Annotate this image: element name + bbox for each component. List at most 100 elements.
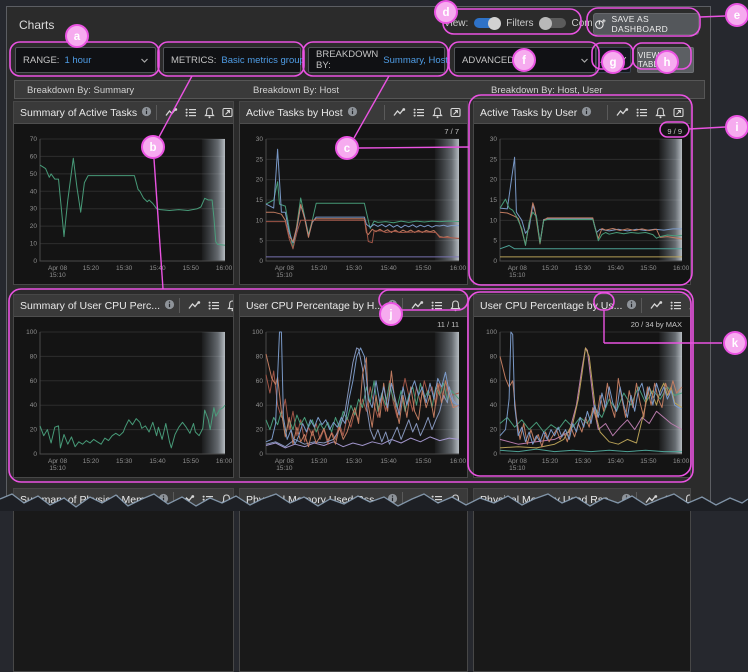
svg-text:60: 60 — [30, 378, 38, 385]
info-icon[interactable] — [581, 104, 592, 122]
svg-text:15:30: 15:30 — [346, 265, 363, 272]
list-icon[interactable] — [636, 107, 648, 118]
chart-card: User CPU Percentage by Us... 0 20 40 60 80 100… — [473, 294, 691, 478]
svg-text:15:50: 15:50 — [415, 265, 432, 272]
svg-text:60: 60 — [490, 378, 498, 385]
bell-icon[interactable] — [227, 299, 233, 312]
list-icon[interactable] — [665, 494, 677, 505]
bell-icon[interactable] — [220, 493, 232, 506]
chart-plot[interactable]: 0 20 40 60 80 100 Apr 0815:10 15:20 15:30 15:40 15… — [240, 317, 467, 477]
info-icon[interactable] — [621, 491, 632, 509]
info-icon[interactable] — [387, 491, 398, 509]
svg-text:15:40: 15:40 — [149, 458, 166, 465]
range-dropdown[interactable]: RANGE: 1 hour — [15, 47, 156, 73]
chart-plot[interactable]: 0 10 20 30 40 50 60 70 Apr 0815:10 15:20 15:30 15:4… — [14, 124, 233, 284]
apply-button[interactable]: APPLY — [596, 47, 631, 73]
svg-text:15:50: 15:50 — [183, 265, 200, 272]
svg-text:20: 20 — [256, 427, 264, 434]
export-icon[interactable] — [673, 107, 684, 118]
line-chart-icon[interactable] — [393, 107, 406, 118]
list-icon[interactable] — [431, 494, 443, 505]
export-icon[interactable] — [450, 107, 461, 118]
advanced-dropdown[interactable]: ADVANCED: — [454, 47, 596, 73]
svg-text:15: 15 — [490, 197, 498, 204]
chart-plot[interactable]: 0 20 40 60 80 100 Apr 0815:10 15:20 15:30 15:40 15… — [474, 317, 690, 477]
chart-title: Physical Memory Used Rss... — [246, 493, 384, 506]
bell-icon[interactable] — [655, 106, 666, 119]
svg-text:10: 10 — [490, 217, 498, 224]
svg-text:40: 40 — [30, 188, 38, 195]
breakdown-by-dropdown[interactable]: BREAKDOWN BY: Summary, Host, User — [308, 47, 486, 73]
info-icon[interactable] — [387, 297, 398, 315]
svg-text:15:30: 15:30 — [116, 458, 133, 465]
toggle-knob — [538, 16, 552, 30]
export-icon[interactable] — [222, 107, 233, 118]
annotation-letter: e — [734, 10, 740, 22]
series-count-label: 20 / 34 by MAX — [631, 320, 682, 329]
info-icon[interactable] — [164, 297, 175, 315]
svg-text:30: 30 — [256, 136, 264, 143]
svg-text:20: 20 — [30, 427, 38, 434]
svg-text:0: 0 — [259, 258, 263, 265]
chart-title: Summary of User CPU Perc... — [20, 299, 161, 312]
list-icon[interactable] — [670, 300, 682, 311]
info-icon[interactable] — [347, 104, 358, 122]
chart-icon-group — [607, 105, 684, 120]
bell-icon[interactable] — [689, 300, 690, 312]
line-chart-icon[interactable] — [616, 107, 629, 118]
series-count-label: 9 / 9 — [667, 127, 682, 136]
compact-toggle[interactable] — [538, 16, 566, 30]
view-label: View: — [444, 17, 469, 29]
bell-icon[interactable] — [450, 299, 461, 312]
chart-header: Summary of User CPU Perc... — [14, 295, 233, 317]
chart-title: Summary of Physical Mem... — [20, 493, 154, 506]
metrics-dropdown[interactable]: METRICS: Basic metrics group — [163, 47, 317, 73]
line-chart-icon[interactable] — [411, 494, 424, 505]
chart-plot[interactable]: 0 20 40 60 80 100 Apr 0815:10 15:20 15:30 15:40 15… — [14, 317, 233, 477]
svg-text:15:50: 15:50 — [640, 265, 657, 272]
line-chart-icon[interactable] — [650, 300, 663, 311]
chart-plot[interactable]: 0 5 10 15 20 25 30 Apr 0815:10 15:20 15:30 15:40 15… — [240, 124, 467, 284]
info-icon[interactable] — [626, 297, 637, 315]
bell-icon[interactable] — [432, 106, 443, 119]
dashboard-add-icon — [595, 19, 606, 29]
info-icon[interactable] — [158, 491, 169, 509]
svg-text:50: 50 — [30, 171, 38, 178]
svg-text:20: 20 — [490, 177, 498, 184]
bell-icon[interactable] — [204, 106, 215, 119]
save-as-dashboard-button[interactable]: SAVE AS DASHBOARD — [593, 13, 699, 35]
svg-text:5: 5 — [493, 238, 497, 245]
svg-text:Apr 08: Apr 08 — [275, 458, 295, 465]
line-chart-icon[interactable] — [188, 300, 201, 311]
line-chart-icon[interactable] — [165, 107, 178, 118]
list-icon[interactable] — [413, 107, 425, 118]
chart-title: Summary of Active Tasks — [20, 106, 138, 119]
list-icon[interactable] — [185, 107, 197, 118]
dashboard-panel: Charts View: Filters Compact SAVE AS DAS… — [6, 6, 711, 672]
bell-icon[interactable] — [450, 493, 461, 506]
chart-title: User CPU Percentage by H... — [246, 299, 384, 312]
list-icon[interactable] — [431, 300, 443, 311]
bell-icon[interactable] — [684, 493, 690, 506]
svg-text:Apr 08: Apr 08 — [48, 265, 68, 272]
chart-plot[interactable]: 0 5 10 15 20 25 30 Apr 0815:10 15:20 15:30 15:40 15… — [474, 124, 690, 284]
line-chart-icon[interactable] — [411, 300, 424, 311]
chart-header: User CPU Percentage by H... — [240, 295, 467, 317]
svg-text:10: 10 — [30, 241, 38, 248]
filters-toggle[interactable] — [474, 16, 502, 30]
list-icon[interactable] — [208, 300, 220, 311]
view-as-table-button[interactable]: VIEW AS TABLE — [637, 47, 694, 73]
chart-header: Active Tasks by User — [474, 102, 690, 124]
line-chart-icon[interactable] — [645, 494, 658, 505]
list-icon[interactable] — [202, 494, 214, 505]
svg-text:25: 25 — [256, 156, 264, 163]
svg-text:15:40: 15:40 — [149, 265, 166, 272]
chart-card: Active Tasks by Host 0 5 10 15 20 25 30 Apr 08 15… — [239, 101, 468, 285]
info-icon[interactable] — [141, 104, 152, 122]
svg-text:0: 0 — [33, 451, 37, 458]
chart-header: Physical Memory Used Rss... — [474, 489, 690, 511]
line-chart-icon[interactable] — [182, 494, 195, 505]
chart-card: Physical Memory Used Rss... — [473, 488, 691, 672]
svg-text:15:20: 15:20 — [311, 265, 328, 272]
view-toggle-group: View: Filters Compact — [444, 11, 612, 35]
